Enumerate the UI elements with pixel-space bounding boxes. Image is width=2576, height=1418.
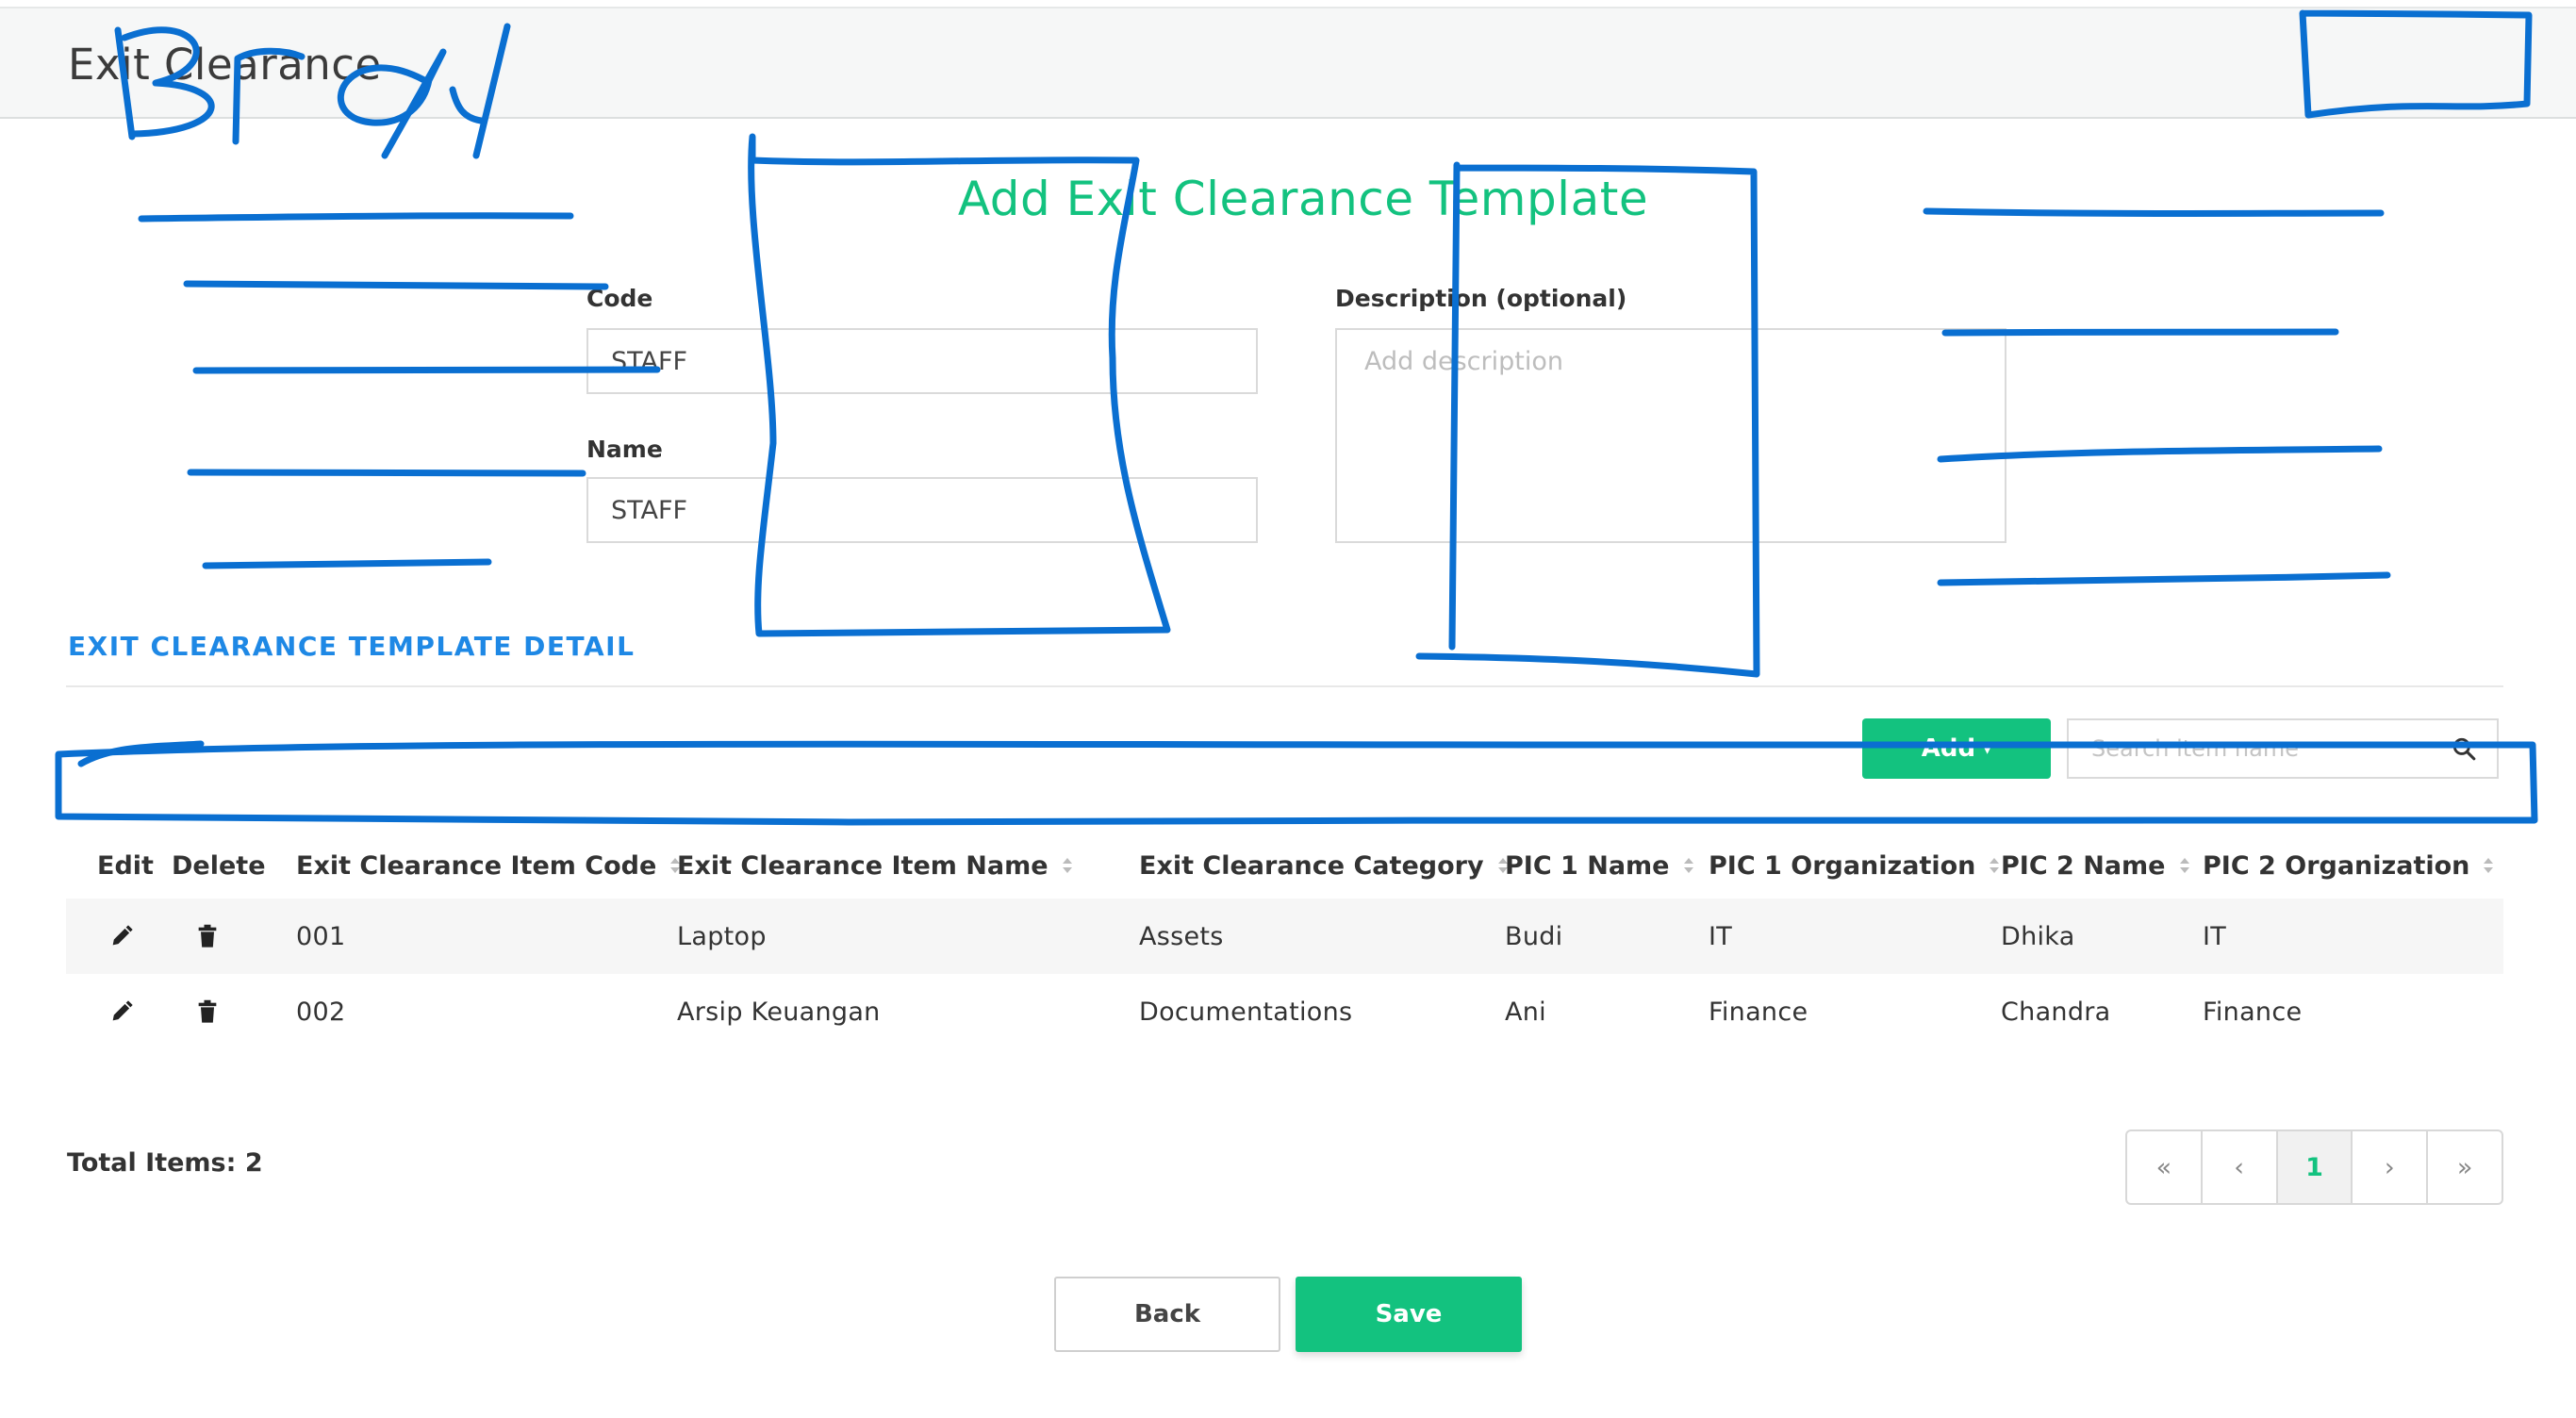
top-bar: Exit Clearance (0, 7, 2576, 119)
column-header-pic2-name[interactable]: PIC 2 Name (2001, 830, 2190, 901)
column-header-pic1-org[interactable]: PIC 1 Organization (1709, 830, 2000, 901)
sort-icon (1062, 858, 1072, 873)
code-label: Code (586, 285, 653, 312)
column-header-edit: Edit (97, 850, 154, 881)
pencil-icon[interactable] (108, 923, 135, 949)
form-title: Add Exit Clearance Template (957, 172, 1649, 226)
cell-pic1-org: IT (1709, 921, 1733, 951)
cell-pic1-name: Ani (1505, 997, 1546, 1027)
cell-item-code: 001 (296, 921, 346, 951)
cell-pic1-org: Finance (1709, 997, 1808, 1027)
column-header-pic1-name[interactable]: PIC 1 Name (1505, 830, 1694, 901)
search-box (2067, 718, 2499, 779)
cell-item-name: Arsip Keuangan (677, 997, 881, 1027)
pagination-page-button[interactable]: 1 (2277, 1131, 2353, 1203)
cell-pic2-org: IT (2203, 921, 2227, 951)
search-icon[interactable] (2452, 736, 2476, 761)
add-item-button[interactable]: Add ▾ (1862, 718, 2051, 779)
sort-icon (1683, 858, 1693, 873)
table-row: 002 Arsip Keuangan Documentations Ani Fi… (66, 974, 2503, 1049)
cell-category: Assets (1139, 921, 1224, 951)
sort-icon (2179, 858, 2189, 873)
cell-pic2-name: Dhika (2001, 921, 2075, 951)
sort-icon (2484, 858, 2494, 873)
section-divider (66, 685, 2503, 687)
code-input[interactable] (586, 328, 1258, 394)
total-items: Total Items: 2 (67, 1148, 263, 1178)
search-input[interactable] (2069, 720, 2436, 777)
column-header-item-name[interactable]: Exit Clearance Item Name (677, 830, 1073, 901)
cell-pic2-name: Chandra (2001, 997, 2111, 1027)
table-row: 001 Laptop Assets Budi IT Dhika IT (66, 899, 2503, 974)
name-input[interactable] (586, 477, 1258, 543)
add-button-label: Add (1921, 734, 1976, 763)
section-title: EXIT CLEARANCE TEMPLATE DETAIL (68, 631, 636, 662)
column-header-pic2-org[interactable]: PIC 2 Organization (2203, 830, 2494, 901)
column-header-item-code[interactable]: Exit Clearance Item Code (296, 830, 681, 901)
cell-pic2-org: Finance (2203, 997, 2303, 1027)
sort-icon (1990, 858, 2000, 873)
table-header: Edit Delete Exit Clearance Item Code Exi… (66, 830, 2503, 901)
description-label: Description (optional) (1335, 285, 1627, 312)
cell-item-code: 002 (296, 997, 346, 1027)
pagination-last-button[interactable]: » (2428, 1131, 2502, 1203)
page-title: Exit Clearance (68, 40, 382, 90)
save-button[interactable]: Save (1296, 1277, 1522, 1352)
trash-icon[interactable] (194, 998, 221, 1025)
chevron-down-icon: ▾ (1983, 738, 1992, 759)
pagination-first-button[interactable]: « (2127, 1131, 2203, 1203)
cell-category: Documentations (1139, 997, 1353, 1027)
pencil-icon[interactable] (108, 998, 135, 1025)
pagination-prev-button[interactable]: ‹ (2203, 1131, 2278, 1203)
column-header-category[interactable]: Exit Clearance Category (1139, 830, 1509, 901)
description-textarea[interactable] (1335, 328, 2006, 543)
column-header-delete: Delete (172, 850, 266, 881)
pagination-next-button[interactable]: › (2353, 1131, 2429, 1203)
trash-icon[interactable] (194, 923, 221, 949)
name-label: Name (586, 436, 663, 463)
cell-pic1-name: Budi (1505, 921, 1563, 951)
cell-item-name: Laptop (677, 921, 767, 951)
pagination: « ‹ 1 › » (2125, 1129, 2503, 1205)
back-button[interactable]: Back (1054, 1277, 1280, 1352)
